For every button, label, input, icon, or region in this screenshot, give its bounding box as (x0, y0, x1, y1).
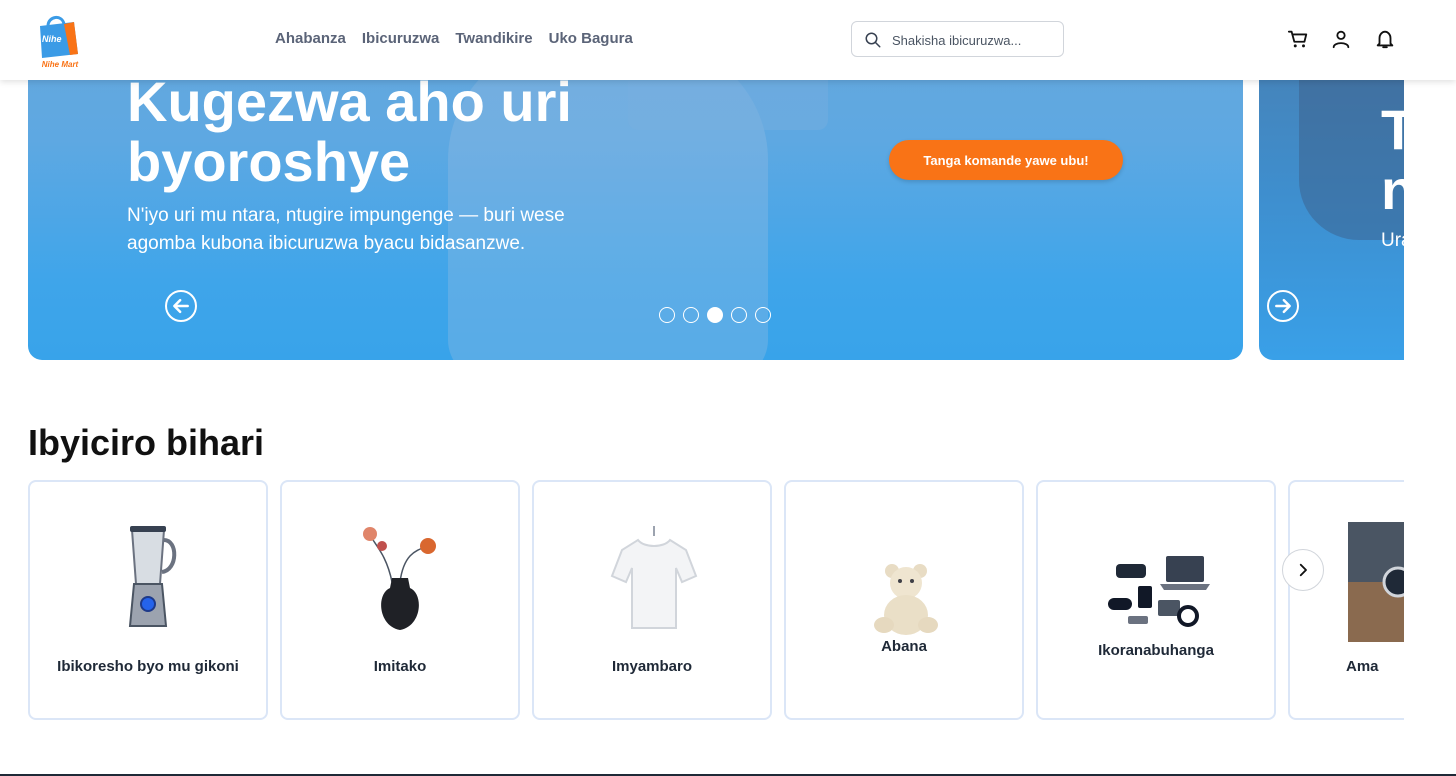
user-icon[interactable] (1330, 28, 1352, 50)
category-card-accessories[interactable]: Ama (1288, 480, 1404, 720)
nav-ahabanza[interactable]: Ahabanza (275, 30, 346, 47)
category-label: Ibikoresho byo mu gikoni (57, 658, 239, 675)
search-input[interactable] (892, 30, 1057, 50)
category-label: Ikoranabuhanga (1098, 642, 1214, 659)
order-now-button[interactable]: Tanga komande yawe ubu! (889, 140, 1123, 180)
vase-icon (363, 527, 436, 630)
chevron-right-icon (1299, 563, 1307, 577)
next-slide-subtitle: Ura (1381, 230, 1404, 251)
tshirt-icon (610, 526, 698, 629)
category-label: Ama (1346, 658, 1379, 675)
next-slide-title-line2: n (1381, 158, 1404, 221)
logo-bag-text: Nihe (42, 34, 62, 44)
categories-list: Ibikoresho byo mu gikoni Imitako Imyamba… (28, 480, 1404, 720)
carousel-dot[interactable] (731, 307, 747, 323)
arrow-right-icon (1275, 298, 1291, 314)
carousel-dot[interactable] (659, 307, 675, 323)
category-card-clothing[interactable]: Imyambaro (532, 480, 772, 720)
next-slide-title: T n (1381, 100, 1404, 220)
search-box (851, 21, 1064, 57)
watch-icon (1348, 522, 1404, 642)
nihe-mart-logo[interactable]: Nihe Nihe Mart (30, 6, 86, 72)
carousel-dot-active[interactable] (707, 307, 723, 323)
cart-icon[interactable] (1287, 28, 1309, 50)
main-nav: Ahabanza Ibicuruzwa Twandikire Uko Bagur… (275, 30, 633, 47)
category-card-kids[interactable]: Abana (784, 480, 1024, 720)
category-card-decor[interactable]: Imitako (280, 480, 520, 720)
logo-wordmark: Nihe Mart (41, 60, 79, 69)
blender-icon (128, 526, 177, 627)
categories-title: Ibyiciro bihari (28, 422, 265, 463)
hero-title: Kugezwa aho uri byoroshye (127, 70, 572, 193)
carousel-prev-button[interactable] (165, 290, 197, 322)
carousel-dot[interactable] (755, 307, 771, 323)
nav-twandikire[interactable]: Twandikire (455, 30, 532, 47)
category-label: Imyambaro (611, 658, 693, 675)
site-header: Nihe Nihe Mart Ahabanza Ibicuruzwa Twand… (0, 0, 1456, 80)
category-label: Imitako (373, 658, 427, 675)
hero-subtitle: N'iyo uri mu ntara, ntugire impungenge —… (127, 205, 565, 254)
arrow-left-icon (173, 298, 189, 314)
category-label: Abana (881, 638, 927, 655)
nav-uko-bagura[interactable]: Uko Bagura (549, 30, 633, 47)
carousel-next-button[interactable] (1267, 290, 1299, 322)
bell-icon[interactable] (1374, 28, 1396, 50)
categories-next-button[interactable] (1282, 549, 1324, 591)
carousel-dot[interactable] (683, 307, 699, 323)
next-slide-title-line1: T (1381, 98, 1404, 161)
nav-ibicuruzwa[interactable]: Ibicuruzwa (362, 30, 440, 47)
category-card-kitchen[interactable]: Ibikoresho byo mu gikoni (28, 480, 268, 720)
category-card-electronics[interactable]: Ikoranabuhanga (1036, 480, 1276, 720)
carousel-dots (659, 307, 771, 323)
electronics-icon (1108, 556, 1210, 627)
shopping-bag-logo-icon: Nihe (34, 14, 80, 58)
search-icon (865, 32, 881, 48)
